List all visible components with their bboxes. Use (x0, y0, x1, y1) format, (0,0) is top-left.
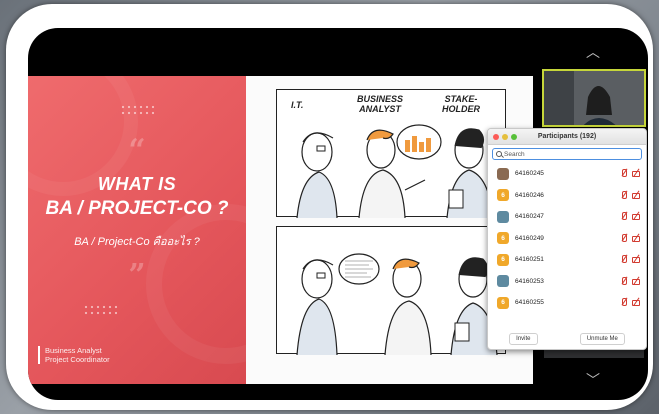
participant-row[interactable]: 6 64160249 (488, 228, 646, 250)
open-quote-mark: “ (128, 133, 146, 168)
slide-title-line1: WHAT IS (97, 174, 177, 194)
avatar (497, 210, 509, 223)
mic-muted-icon (620, 190, 628, 199)
participant-name: 64160253 (515, 277, 544, 285)
footer-line1: Business Analyst (45, 346, 102, 355)
avatar: 6 (497, 232, 509, 245)
close-quote-mark: ” (128, 258, 146, 293)
camera-off-icon (632, 212, 640, 220)
invite-button[interactable]: Invite (509, 333, 538, 345)
participants-search[interactable]: Search (492, 148, 642, 160)
camera-off-icon (632, 277, 640, 285)
camera-off-icon (632, 255, 640, 263)
close-window-button[interactable] (493, 134, 499, 140)
chevron-up-icon[interactable]: ︿ (586, 42, 600, 62)
participants-list: 64160245 6 64160246 64160247 6 64160249 6 64160… (488, 163, 646, 314)
avatar: 6 (497, 189, 509, 202)
mic-muted-icon (620, 255, 628, 263)
participant-row[interactable]: 6 64160255 (488, 292, 646, 314)
device-frame: “ WHAT IS BA / PROJECT-CO ? BA / Project… (6, 4, 653, 410)
zoom-window-button[interactable] (511, 134, 517, 140)
slide-subtitle: BA / Project-Co คืออะไร ? (74, 236, 200, 248)
speaker-video-thumbnail[interactable] (542, 69, 646, 127)
comic-drawing-bottom (296, 253, 498, 355)
camera-off-icon (632, 298, 640, 306)
participant-name: 64160246 (515, 191, 544, 199)
speaker-video (544, 71, 644, 125)
slide-footer: Business Analyst Project Coordinator (38, 346, 110, 364)
mic-muted-icon (620, 276, 628, 285)
zoom-screen: “ WHAT IS BA / PROJECT-CO ? BA / Project… (28, 28, 648, 400)
participants-title: Participants (192) (537, 133, 597, 140)
participant-status (620, 212, 640, 220)
participants-titlebar: Participants (192) (488, 129, 646, 145)
comic-panel-bottom (276, 226, 506, 355)
participant-name: 64160245 (515, 170, 544, 178)
comic-panel-top: I.T. BUSINESS ANALYST STAKE-HOLDER (276, 89, 506, 218)
participant-row[interactable]: 6 64160251 (488, 249, 646, 271)
avatar (497, 167, 509, 180)
camera-off-icon (632, 169, 640, 177)
minimize-window-button[interactable] (502, 134, 508, 140)
participant-row[interactable]: 6 64160246 (488, 185, 646, 207)
avatar: 6 (497, 296, 509, 309)
participant-status (620, 298, 640, 306)
participant-row[interactable]: 64160247 (488, 206, 646, 228)
chevron-down-icon[interactable]: ﹀ (586, 370, 600, 390)
participant-status (620, 190, 640, 199)
participant-name: 64160247 (515, 213, 544, 221)
decor-dots (120, 104, 154, 116)
mic-muted-icon (620, 169, 628, 177)
shared-slide: “ WHAT IS BA / PROJECT-CO ? BA / Project… (28, 76, 533, 384)
slide-title-line2: BA / PROJECT-CO ? (45, 198, 229, 219)
participant-name: 64160251 (515, 256, 544, 264)
participants-window: Participants (192) Search 64160245 6 64160… (487, 128, 647, 350)
avatar (497, 275, 509, 288)
search-placeholder: Search (504, 150, 525, 158)
participant-row[interactable]: 64160253 (488, 271, 646, 293)
participant-name: 64160249 (515, 234, 544, 242)
mic-muted-icon (620, 298, 628, 306)
avatar: 6 (497, 253, 509, 266)
decor-dots (83, 304, 117, 316)
unmute-me-button[interactable]: Unmute Me (579, 333, 625, 345)
participant-row[interactable]: 64160245 (488, 163, 646, 185)
participant-status (620, 169, 640, 177)
slide-title-panel: “ WHAT IS BA / PROJECT-CO ? BA / Project… (28, 76, 246, 384)
mic-muted-icon (620, 233, 628, 242)
camera-off-icon (632, 234, 640, 242)
camera-off-icon (632, 191, 640, 199)
comic-drawing-top (296, 124, 494, 218)
participant-status (620, 255, 640, 263)
participant-name: 64160255 (515, 299, 544, 307)
participants-actions: Invite Unmute Me (488, 333, 646, 345)
mic-muted-icon (620, 212, 628, 220)
footer-line2: Project Coordinator (45, 355, 110, 364)
participant-status (620, 233, 640, 242)
search-icon (496, 151, 502, 157)
participant-status (620, 276, 640, 285)
